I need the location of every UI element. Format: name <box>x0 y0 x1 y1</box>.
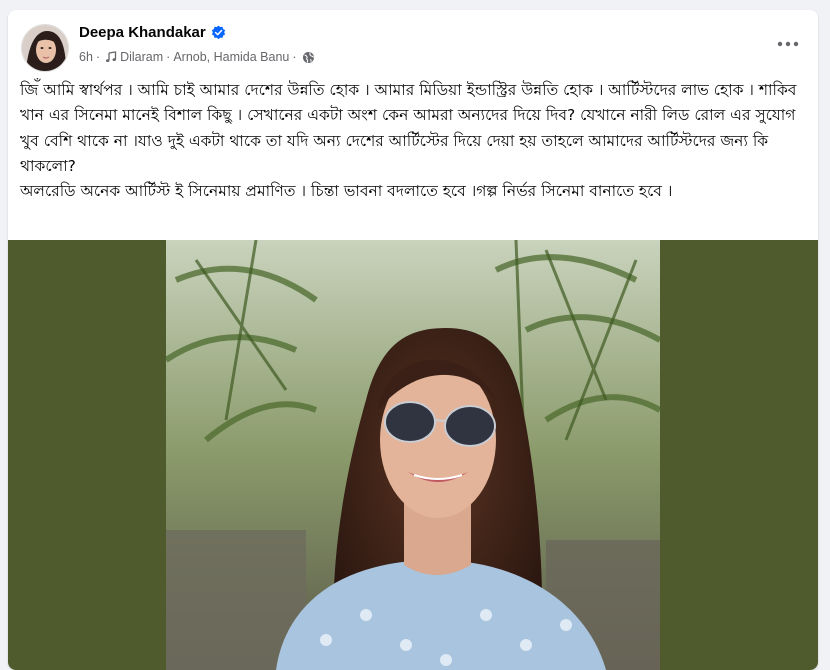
post-text: জিঁ আমি স্বার্থপর । আমি চাই আমার দেশের উ… <box>20 78 808 204</box>
more-options-button[interactable] <box>772 34 804 54</box>
post-time[interactable]: 6h <box>79 50 93 64</box>
photo-image <box>166 240 660 670</box>
meta-separator: · <box>166 50 171 64</box>
more-options-icon <box>777 41 799 47</box>
post-header: Deepa Khandakar 6h · Dilaram · Arnob, Ha… <box>8 10 818 74</box>
author-name-row: Deepa Khandakar <box>79 24 226 41</box>
verified-badge-icon <box>211 25 225 40</box>
post-meta: 6h · Dilaram · Arnob, Hamida Banu · <box>79 50 315 64</box>
music-title[interactable]: Dilaram <box>120 50 163 64</box>
post-media <box>8 240 818 670</box>
post-paragraph: অলরেডি অনেক আর্টিস্ট ই সিনেমায় প্রমাণিত… <box>20 182 673 201</box>
meta-separator: · <box>95 50 101 64</box>
music-artists[interactable]: Arnob, Hamida Banu <box>173 50 289 64</box>
author-avatar[interactable] <box>21 24 69 72</box>
music-note-icon <box>106 51 117 62</box>
post-card: Deepa Khandakar 6h · Dilaram · Arnob, Ha… <box>8 10 818 670</box>
author-name[interactable]: Deepa Khandakar <box>79 24 206 41</box>
globe-icon[interactable] <box>302 51 315 64</box>
meta-separator: · <box>292 50 297 64</box>
avatar-image <box>22 25 68 71</box>
post-photo[interactable] <box>166 240 660 670</box>
post-paragraph: জিঁ আমি স্বার্থপর । আমি চাই আমার দেশের উ… <box>20 81 797 175</box>
